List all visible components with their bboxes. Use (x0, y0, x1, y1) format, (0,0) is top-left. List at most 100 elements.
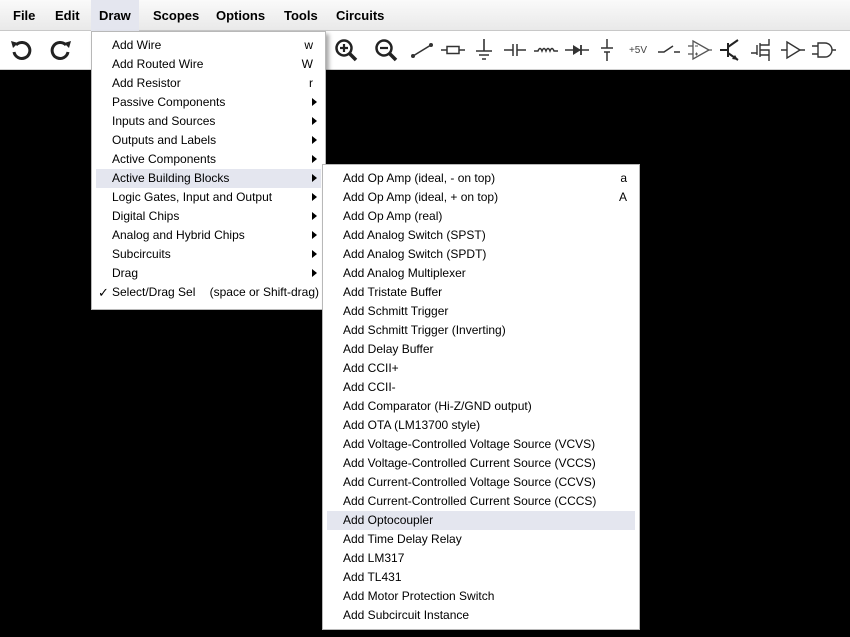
and-gate-icon (812, 42, 836, 58)
switch-button[interactable] (654, 34, 684, 66)
submenu-item-add-tl431[interactable]: Add TL431 (327, 568, 635, 587)
submenu-arrow-icon (312, 269, 317, 277)
active-building-blocks-submenu: Add Op Amp (ideal, - on top) a Add Op Amp … (322, 164, 640, 630)
inductor-button[interactable] (531, 34, 561, 66)
submenu-item-add-schmitt-trigger[interactable]: Add Schmitt Trigger (327, 302, 635, 321)
resistor-icon (441, 45, 465, 55)
dc-source-button[interactable] (592, 34, 622, 66)
draw-menu-item-drag[interactable]: Drag (96, 264, 321, 283)
menu-item-shortcut: a (620, 171, 627, 185)
draw-menu-item-inputs-and-sources[interactable]: Inputs and Sources (96, 112, 321, 131)
menu-item-label: Add OTA (LM13700 style) (343, 418, 481, 432)
resistor-button[interactable] (438, 34, 468, 66)
wire-button[interactable] (407, 34, 437, 66)
submenu-item-add-analog-multiplexer[interactable]: Add Analog Multiplexer (327, 264, 635, 283)
menu-options[interactable]: Options (208, 0, 273, 31)
zoom-in-button[interactable] (331, 34, 361, 66)
submenu-arrow-icon (312, 193, 317, 201)
submenu-item-add-analog-switch-spdt[interactable]: Add Analog Switch (SPDT) (327, 245, 635, 264)
submenu-item-add-optocoupler[interactable]: Add Optocoupler (327, 511, 635, 530)
menu-tools[interactable]: Tools (276, 0, 326, 31)
op-amp-button[interactable] (685, 34, 715, 66)
submenu-item-add-time-delay-relay[interactable]: Add Time Delay Relay (327, 530, 635, 549)
capacitor-icon (504, 44, 526, 56)
redo-button[interactable] (46, 34, 76, 66)
menu-item-label: Passive Components (112, 95, 226, 109)
npn-transistor-button[interactable] (716, 34, 746, 66)
zoom-out-icon (375, 39, 398, 62)
submenu-item-add-ccii[interactable]: Add CCII- (327, 378, 635, 397)
submenu-item-add-motor-protection-switch[interactable]: Add Motor Protection Switch (327, 587, 635, 606)
submenu-item-add-schmitt-trigger-inverting[interactable]: Add Schmitt Trigger (Inverting) (327, 321, 635, 340)
menu-item-label: Add Schmitt Trigger (343, 304, 449, 318)
submenu-item-add-voltage-controlled-current-source-vccs[interactable]: Add Voltage-Controlled Current Source (V… (327, 454, 635, 473)
menu-item-label: Add Wire (112, 38, 162, 52)
and-gate-button[interactable] (809, 34, 839, 66)
diode-button[interactable] (562, 34, 592, 66)
menu-item-label: Add CCII+ (343, 361, 399, 375)
menu-item-label: Add Delay Buffer (343, 342, 434, 356)
submenu-arrow-icon (312, 155, 317, 163)
menu-item-shortcut: (space or Shift-drag) (209, 285, 319, 299)
zoom-out-button[interactable] (371, 34, 401, 66)
submenu-item-add-lm317[interactable]: Add LM317 (327, 549, 635, 568)
draw-menu-item-add-routed-wire[interactable]: Add Routed Wire W (96, 55, 321, 74)
buffer-button[interactable] (778, 34, 808, 66)
draw-menu-item-active-components[interactable]: Active Components (96, 150, 321, 169)
redo-icon (50, 40, 71, 60)
mosfet-button[interactable] (747, 34, 777, 66)
checkmark-icon: ✓ (98, 285, 109, 300)
submenu-item-add-op-amp-ideal-on-top[interactable]: Add Op Amp (ideal, - on top) a (327, 169, 635, 188)
submenu-arrow-icon (312, 212, 317, 220)
submenu-item-add-analog-switch-spst[interactable]: Add Analog Switch (SPST) (327, 226, 635, 245)
draw-menu-item-passive-components[interactable]: Passive Components (96, 93, 321, 112)
submenu-arrow-icon (312, 250, 317, 258)
menu-item-label: Add TL431 (343, 570, 402, 584)
draw-menu-item-add-wire[interactable]: Add Wire w (96, 36, 321, 55)
ground-button[interactable] (469, 34, 499, 66)
menu-item-label: Add Analog Multiplexer (343, 266, 466, 280)
dc-source-icon (601, 39, 613, 61)
menu-item-label: Select/Drag Sel (112, 285, 196, 299)
menu-item-label: Add Motor Protection Switch (343, 589, 495, 603)
draw-menu-item-subcircuits[interactable]: Subcircuits (96, 245, 321, 264)
submenu-item-add-ota-lm13700-style[interactable]: Add OTA (LM13700 style) (327, 416, 635, 435)
submenu-item-add-voltage-controlled-voltage-source-vcvs[interactable]: Add Voltage-Controlled Voltage Source (V… (327, 435, 635, 454)
draw-menu-item-outputs-and-labels[interactable]: Outputs and Labels (96, 131, 321, 150)
submenu-item-add-op-amp-real[interactable]: Add Op Amp (real) (327, 207, 635, 226)
submenu-item-add-current-controlled-voltage-source-ccvs[interactable]: Add Current-Controlled Voltage Source (C… (327, 473, 635, 492)
capacitor-button[interactable] (500, 34, 530, 66)
menu-item-label: Add Analog Switch (SPST) (343, 228, 486, 242)
menu-circuits[interactable]: Circuits (328, 0, 392, 31)
submenu-item-add-delay-buffer[interactable]: Add Delay Buffer (327, 340, 635, 359)
draw-menu-item-active-building-blocks[interactable]: Active Building Blocks (96, 169, 321, 188)
menu-draw[interactable]: Draw (91, 0, 139, 31)
undo-icon (11, 40, 32, 60)
submenu-item-add-current-controlled-current-source-cccs[interactable]: Add Current-Controlled Current Source (C… (327, 492, 635, 511)
submenu-item-add-subcircuit-instance[interactable]: Add Subcircuit Instance (327, 606, 635, 625)
menu-item-label: Add Routed Wire (112, 57, 204, 71)
draw-menu-item-add-resistor[interactable]: Add Resistor r (96, 74, 321, 93)
submenu-item-add-op-amp-ideal-on-top[interactable]: Add Op Amp (ideal, + on top) A (327, 188, 635, 207)
voltage-rail-icon: +5V (628, 44, 648, 56)
diode-icon (565, 45, 589, 55)
submenu-item-add-comparator-hi-z-gnd-output[interactable]: Add Comparator (Hi-Z/GND output) (327, 397, 635, 416)
menu-file[interactable]: File (5, 0, 43, 31)
menu-edit[interactable]: Edit (47, 0, 88, 31)
zoom-in-icon (335, 39, 358, 62)
draw-menu-item-analog-and-hybrid-chips[interactable]: Analog and Hybrid Chips (96, 226, 321, 245)
draw-menu-item-select-drag-sel[interactable]: ✓ Select/Drag Sel (space or Shift-drag) (96, 283, 321, 302)
buffer-icon (781, 40, 805, 60)
menu-item-shortcut: A (618, 190, 627, 204)
menu-scopes[interactable]: Scopes (145, 0, 207, 31)
menu-item-label: Digital Chips (112, 209, 180, 223)
submenu-arrow-icon (312, 117, 317, 125)
submenu-item-add-ccii[interactable]: Add CCII+ (327, 359, 635, 378)
draw-menu-item-digital-chips[interactable]: Digital Chips (96, 207, 321, 226)
draw-menu-item-logic-gates-input-and-output[interactable]: Logic Gates, Input and Output (96, 188, 321, 207)
undo-button[interactable] (6, 34, 36, 66)
submenu-item-add-tristate-buffer[interactable]: Add Tristate Buffer (327, 283, 635, 302)
wire-icon (411, 43, 433, 58)
menu-item-label: Add Op Amp (ideal, - on top) (343, 171, 496, 185)
voltage-rail-button[interactable]: +5V (623, 34, 653, 66)
